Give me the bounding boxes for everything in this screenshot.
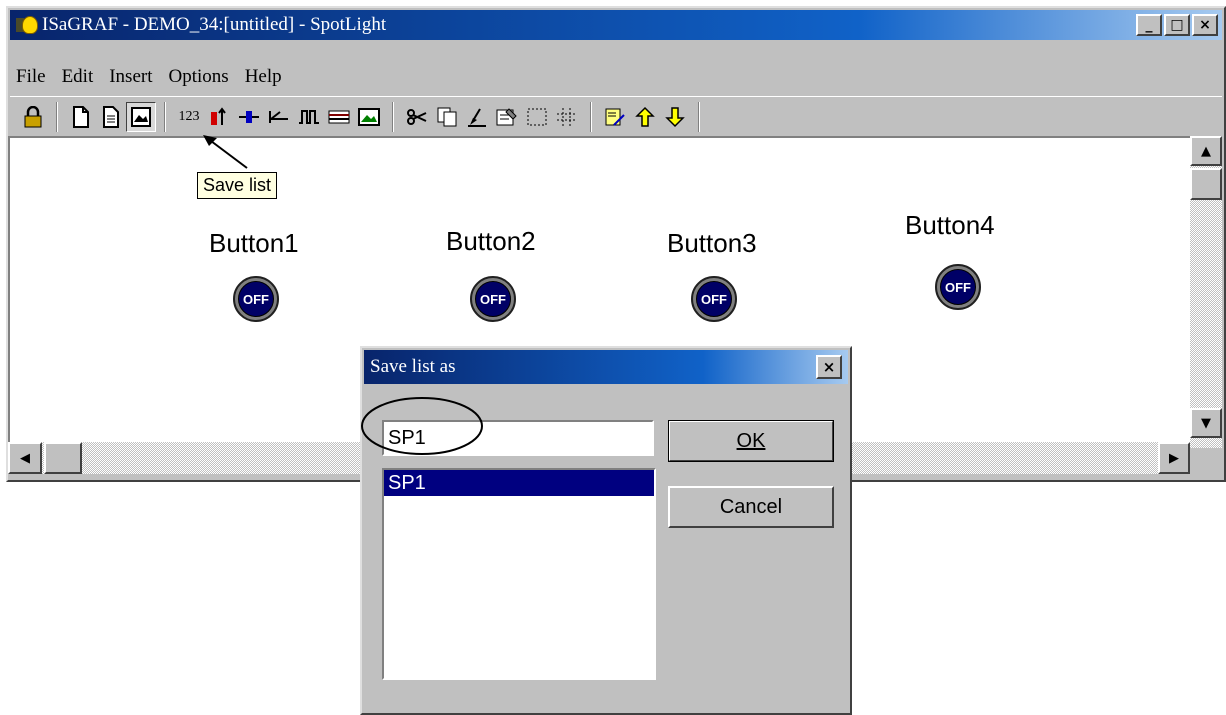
annotation-arrow	[203, 135, 248, 169]
menu-bar: File Edit Insert Options Help	[10, 62, 1222, 92]
spot-button[interactable]: OFF	[233, 276, 279, 322]
menu-insert[interactable]: Insert	[109, 66, 152, 88]
pulse-icon[interactable]	[294, 102, 324, 132]
spot-button[interactable]: OFF	[935, 264, 981, 310]
hscroll-thumb[interactable]	[44, 442, 82, 474]
arrow-up-icon[interactable]	[630, 102, 660, 132]
variables-icon[interactable]	[600, 102, 630, 132]
list-box[interactable]: SP1	[382, 468, 656, 680]
cut-icon[interactable]	[402, 102, 432, 132]
cancel-button-label: Cancel	[719, 495, 783, 518]
scroll-up-button[interactable]: ▲	[1190, 136, 1222, 166]
toolbar: 123	[10, 96, 1222, 138]
grid-icon[interactable]	[552, 102, 582, 132]
spot-label: Button2	[446, 226, 536, 256]
ok-button-label: OK	[736, 429, 766, 452]
minimize-button[interactable]: _	[1136, 14, 1162, 36]
highlight-ellipse	[361, 397, 483, 455]
close-button[interactable]: ×	[1192, 14, 1218, 36]
cancel-button[interactable]: Cancel	[668, 486, 834, 528]
dialog-close-button[interactable]: ×	[816, 355, 842, 379]
select-area-icon[interactable]	[522, 102, 552, 132]
maximize-button[interactable]: □	[1164, 14, 1190, 36]
menu-file[interactable]: File	[16, 66, 46, 88]
new-list-icon[interactable]	[66, 102, 96, 132]
size-grip[interactable]	[1190, 448, 1220, 476]
spot-state: OFF	[475, 281, 511, 317]
spot-state: OFF	[696, 281, 732, 317]
lock-icon[interactable]	[18, 102, 48, 132]
title-bar[interactable]: ISaGRAF - DEMO_34:[untitled] - SpotLight…	[10, 10, 1222, 40]
dialog-title-bar[interactable]: Save list as ×	[364, 350, 848, 384]
menu-help[interactable]: Help	[245, 66, 282, 88]
open-list-icon[interactable]	[96, 102, 126, 132]
scroll-left-button[interactable]: ◀	[8, 442, 42, 474]
switch-icon[interactable]	[264, 102, 294, 132]
window-title: ISaGRAF - DEMO_34:[untitled] - SpotLight	[42, 14, 387, 35]
copy-icon[interactable]	[432, 102, 462, 132]
arrow-down-icon[interactable]	[660, 102, 690, 132]
chart-icon[interactable]	[324, 102, 354, 132]
tooltip: Save list	[197, 172, 278, 199]
spot-button[interactable]: OFF	[470, 276, 516, 322]
scroll-thumb[interactable]	[1190, 168, 1222, 200]
ok-button[interactable]: OK	[668, 420, 834, 462]
menu-edit[interactable]: Edit	[62, 66, 94, 88]
spot-state: OFF	[238, 281, 274, 317]
scroll-down-button[interactable]: ▼	[1190, 408, 1222, 438]
picture-icon[interactable]	[354, 102, 384, 132]
spot-state: OFF	[940, 269, 976, 305]
dialog-title: Save list as	[370, 356, 456, 377]
save-list-icon[interactable]	[126, 102, 156, 132]
spot-label: Button4	[905, 210, 995, 240]
spot-label: Button3	[667, 228, 757, 258]
paste-brush-icon[interactable]	[462, 102, 492, 132]
properties-icon[interactable]	[492, 102, 522, 132]
scroll-right-button[interactable]: ▶	[1158, 442, 1190, 474]
menu-options[interactable]: Options	[169, 66, 229, 88]
spotlight-app-icon	[14, 14, 40, 36]
spot-label: Button1	[209, 228, 299, 258]
list-item[interactable]: SP1	[384, 470, 654, 496]
spot-button[interactable]: OFF	[691, 276, 737, 322]
vertical-scrollbar[interactable]: ▲ ▼	[1190, 136, 1222, 448]
